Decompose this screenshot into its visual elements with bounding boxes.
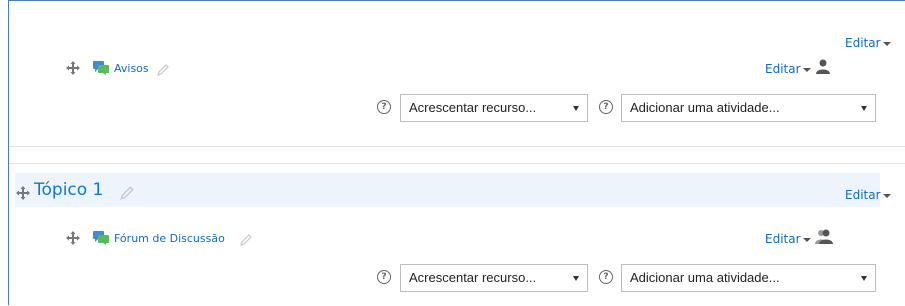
pencil-icon[interactable] xyxy=(156,63,170,77)
forum-icon xyxy=(93,61,109,75)
user-icon[interactable] xyxy=(815,58,831,74)
section-general xyxy=(9,8,905,147)
move-icon[interactable] xyxy=(66,231,80,245)
activity-edit-menu[interactable]: Editar xyxy=(765,232,811,246)
activity-edit-menu[interactable]: Editar xyxy=(765,62,811,76)
add-resource-select[interactable]: Acrescentar recurso... xyxy=(400,94,588,122)
activity-link-forum[interactable]: Fórum de Discussão xyxy=(114,232,225,245)
move-section-icon[interactable] xyxy=(16,186,30,200)
section-header-bar xyxy=(15,173,880,207)
dropdown-arrow-icon xyxy=(573,276,579,281)
section-title[interactable]: Tópico 1 xyxy=(34,180,103,200)
caret-down-icon xyxy=(802,237,811,242)
add-resource-select[interactable]: Acrescentar recurso... xyxy=(400,264,588,292)
help-icon[interactable]: ? xyxy=(599,100,613,114)
caret-down-icon xyxy=(882,193,891,198)
dropdown-arrow-icon xyxy=(861,106,867,111)
frame-top-border xyxy=(8,0,905,1)
forum-icon xyxy=(93,231,109,245)
add-activity-select[interactable]: Adicionar uma atividade... xyxy=(621,94,876,122)
move-icon[interactable] xyxy=(66,61,80,75)
section-edit-menu[interactable]: Editar xyxy=(845,188,891,202)
group-users-icon[interactable] xyxy=(815,228,833,244)
dropdown-arrow-icon xyxy=(861,276,867,281)
section-edit-label: Editar xyxy=(845,36,881,50)
add-activity-select-value: Adicionar uma atividade... xyxy=(630,270,780,285)
activity-edit-label: Editar xyxy=(765,232,801,246)
activity-link-avisos[interactable]: Avisos xyxy=(114,62,149,75)
section-edit-label: Editar xyxy=(845,188,881,202)
help-icon[interactable]: ? xyxy=(599,270,613,284)
dropdown-arrow-icon xyxy=(573,106,579,111)
add-activity-select-value: Adicionar uma atividade... xyxy=(630,100,780,115)
activity-edit-label: Editar xyxy=(765,62,801,76)
caret-down-icon xyxy=(802,67,811,72)
add-resource-select-value: Acrescentar recurso... xyxy=(409,100,537,115)
pencil-icon[interactable] xyxy=(119,185,135,201)
help-icon[interactable]: ? xyxy=(377,100,391,114)
help-icon[interactable]: ? xyxy=(377,270,391,284)
section-separator xyxy=(9,147,905,162)
add-activity-select[interactable]: Adicionar uma atividade... xyxy=(621,264,876,292)
pencil-icon[interactable] xyxy=(239,233,253,247)
caret-down-icon xyxy=(882,41,891,46)
section-edit-menu[interactable]: Editar xyxy=(845,36,891,50)
add-resource-select-value: Acrescentar recurso... xyxy=(409,270,537,285)
